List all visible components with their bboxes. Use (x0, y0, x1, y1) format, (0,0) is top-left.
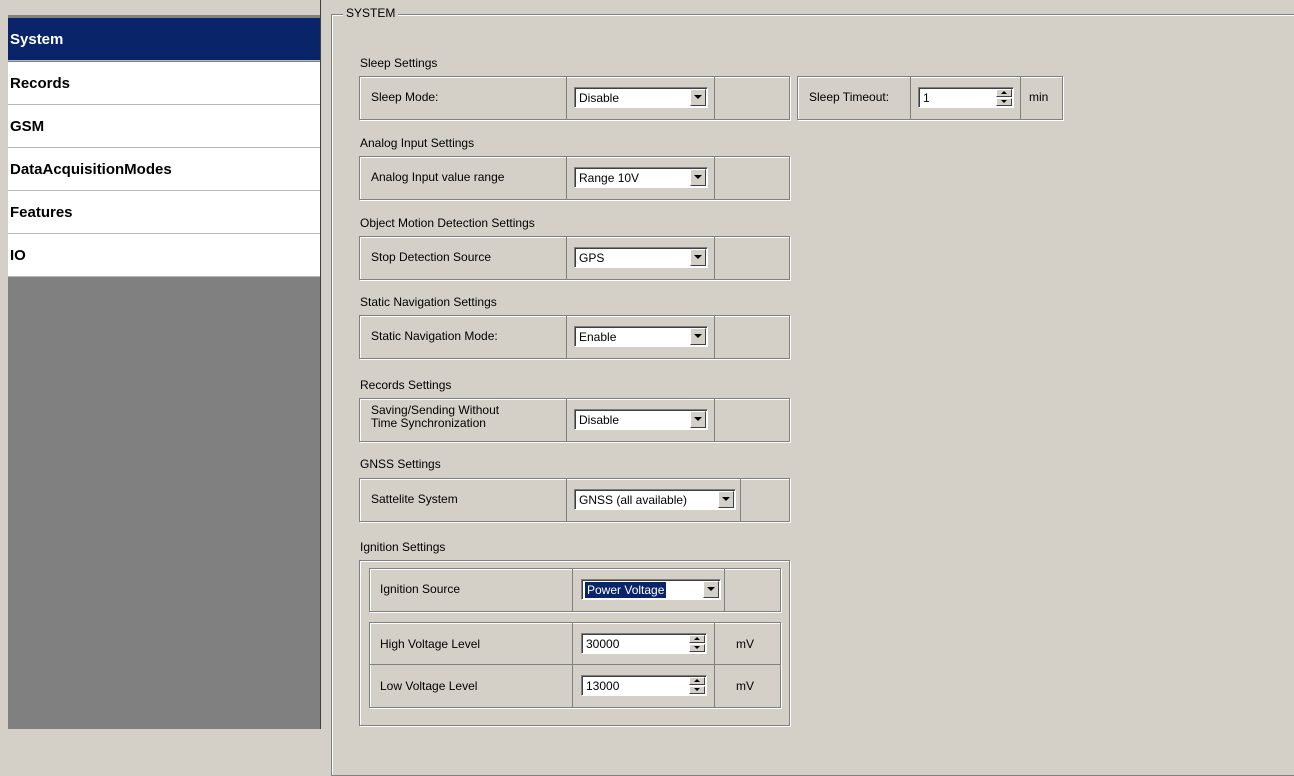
sidebar: System Records GSM DataAcquisitionModes … (8, 0, 321, 729)
analog-input-range-value: Range 10V (579, 171, 640, 185)
sleep-timeout-value: 1 (923, 91, 930, 105)
saving-label-line2: Time Synchronization (371, 416, 486, 430)
spin-up-icon[interactable] (996, 89, 1012, 97)
sleep-timeout-spinner[interactable]: 1 (918, 87, 1014, 108)
chevron-down-icon[interactable] (690, 89, 706, 106)
system-group-title: SYSTEM (343, 6, 399, 20)
sidebar-item-system[interactable]: System (8, 18, 320, 61)
gnss-system-row: Sattelite System GNSS (all available) (359, 478, 790, 522)
sidebar-item-gsm[interactable]: GSM (8, 105, 320, 148)
sleep-timeout-unit: min (1029, 90, 1049, 104)
satellite-system-select[interactable]: GNSS (all available) (574, 489, 736, 510)
chevron-down-icon[interactable] (690, 249, 706, 266)
static-navigation-mode-select[interactable]: Enable (574, 326, 708, 347)
chevron-down-icon[interactable] (690, 169, 706, 186)
ignition-settings-box: Ignition Source Power Voltage High Volta… (359, 560, 790, 726)
stop-detection-source-value: GPS (579, 251, 605, 265)
low-voltage-unit: mV (736, 679, 754, 693)
static-navigation-row: Static Navigation Mode: Enable (359, 315, 790, 359)
stop-detection-source-select[interactable]: GPS (574, 247, 708, 268)
low-voltage-spinner[interactable]: 13000 (581, 675, 707, 696)
ignition-source-row: Ignition Source Power Voltage (369, 568, 781, 612)
ignition-settings-title: Ignition Settings (360, 540, 446, 554)
high-voltage-value: 30000 (586, 637, 620, 651)
chevron-down-icon[interactable] (690, 411, 706, 428)
sidebar-header-strip (8, 0, 320, 15)
spin-up-icon[interactable] (689, 635, 705, 643)
spin-up-icon[interactable] (689, 677, 705, 685)
sleep-mode-value: Disable (579, 91, 620, 105)
ignition-source-select[interactable]: Power Voltage (581, 579, 721, 600)
sidebar-item-dataacquisitionmodes[interactable]: DataAcquisitionModes (8, 148, 320, 191)
analog-input-range-select[interactable]: Range 10V (574, 167, 708, 188)
stop-detection-row: Stop Detection Source GPS (359, 236, 790, 280)
chevron-down-icon[interactable] (703, 581, 719, 598)
spin-down-icon[interactable] (689, 686, 705, 694)
satellite-system-value: GNSS (all available) (579, 493, 688, 507)
ignition-source-value: Power Voltage (585, 582, 667, 598)
sleep-timeout-row: Sleep Timeout: 1 min (797, 76, 1063, 120)
low-voltage-label: Low Voltage Level (380, 679, 478, 693)
voltage-levels-box: High Voltage Level 30000 mV Low Voltage … (369, 622, 781, 708)
chevron-down-icon[interactable] (690, 328, 706, 345)
saving-without-sync-value: Disable (579, 413, 620, 427)
high-voltage-spinner[interactable]: 30000 (581, 633, 707, 654)
static-navigation-mode-value: Enable (579, 330, 617, 344)
sleep-settings-title: Sleep Settings (360, 56, 438, 70)
spinner-arrows-icon[interactable] (996, 89, 1012, 106)
sleep-timeout-label: Sleep Timeout: (809, 90, 890, 104)
satellite-system-label: Sattelite System (371, 492, 458, 506)
chevron-down-icon[interactable] (718, 491, 734, 508)
spinner-arrows-icon[interactable] (689, 635, 705, 652)
high-voltage-unit: mV (736, 637, 754, 651)
sleep-mode-row: Sleep Mode: Disable (359, 76, 790, 120)
analog-input-row: Analog Input value range Range 10V (359, 156, 790, 200)
static-navigation-settings-title: Static Navigation Settings (360, 295, 497, 309)
analog-input-settings-title: Analog Input Settings (360, 136, 475, 150)
sidebar-item-records[interactable]: Records (8, 62, 320, 105)
gnss-settings-title: GNSS Settings (360, 457, 441, 471)
spinner-arrows-icon[interactable] (689, 677, 705, 694)
sidebar-item-io[interactable]: IO (8, 234, 320, 277)
analog-input-range-label: Analog Input value range (371, 170, 505, 184)
ignition-source-label: Ignition Source (380, 582, 461, 596)
low-voltage-value: 13000 (586, 679, 620, 693)
sleep-mode-label: Sleep Mode: (371, 90, 439, 104)
high-voltage-label: High Voltage Level (380, 637, 481, 651)
sidebar-item-features[interactable]: Features (8, 191, 320, 234)
sleep-mode-select[interactable]: Disable (574, 87, 708, 108)
spin-down-icon[interactable] (689, 644, 705, 652)
static-navigation-mode-label: Static Navigation Mode: (371, 329, 498, 343)
motion-detection-settings-title: Object Motion Detection Settings (360, 216, 535, 230)
saving-without-sync-select[interactable]: Disable (574, 409, 708, 430)
spin-down-icon[interactable] (996, 98, 1012, 106)
records-settings-title: Records Settings (360, 378, 452, 392)
saving-without-sync-label: Saving/Sending Without Time Synchronizat… (371, 404, 499, 430)
stop-detection-source-label: Stop Detection Source (371, 250, 492, 264)
records-saving-row: Saving/Sending Without Time Synchronizat… (359, 398, 790, 442)
